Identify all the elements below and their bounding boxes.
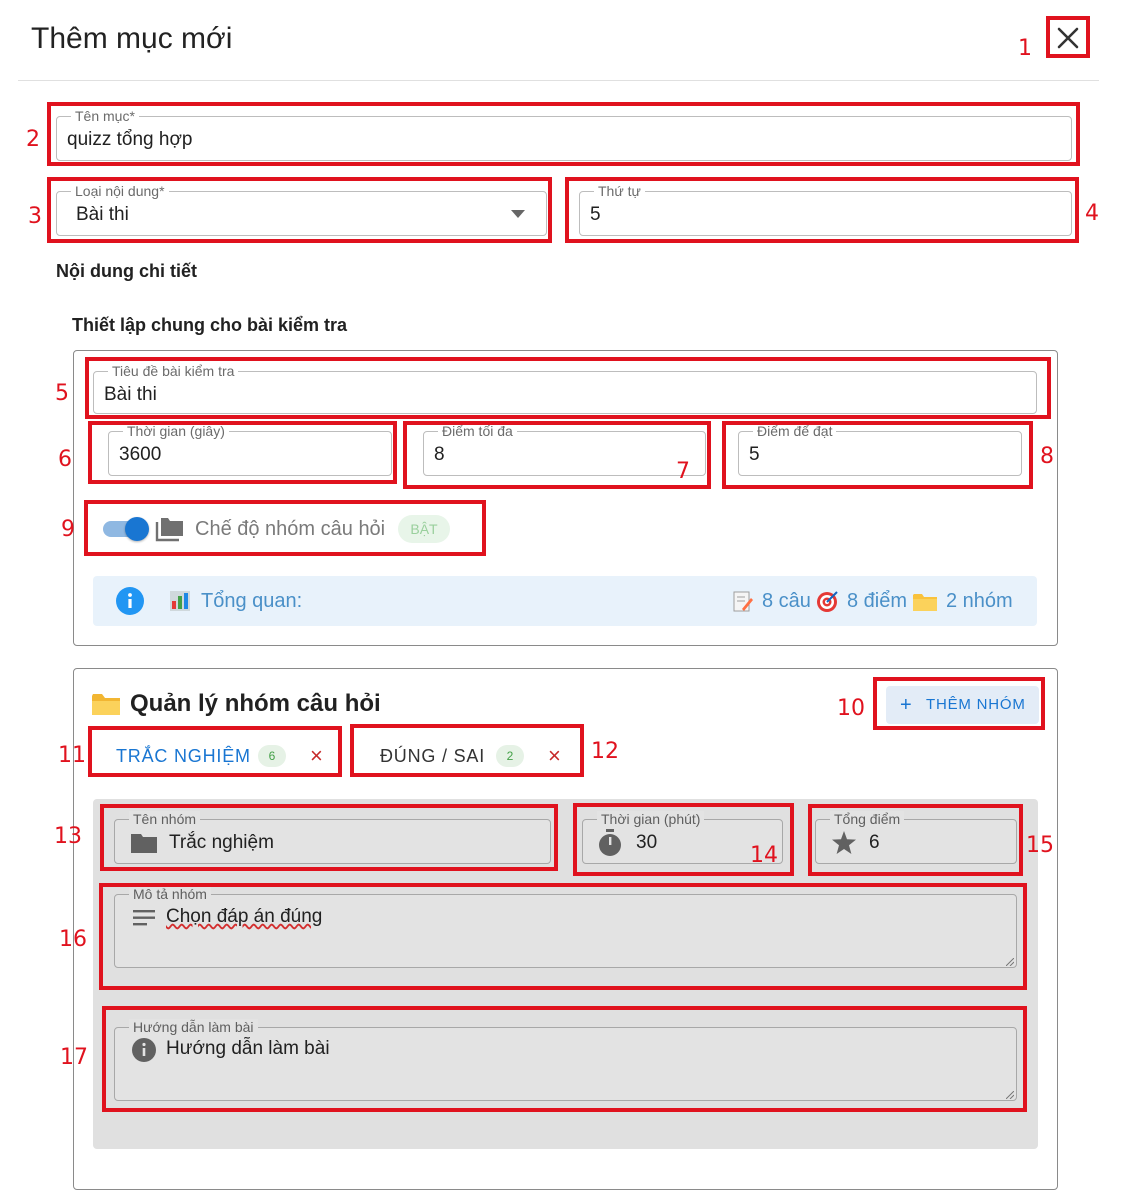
detail-section-title: Nội dung chi tiết — [56, 261, 197, 281]
exam-time-field[interactable]: Thời gian (giây) 3600 — [108, 423, 392, 476]
tab-multiple-choice-label: TRẮC NGHIỆM — [116, 746, 251, 766]
overview-points: 8 điểm — [847, 590, 908, 612]
annotation-number: 2 — [26, 127, 40, 152]
guide-textarea[interactable]: Hướng dẫn làm bài Hướng dẫn làm bài — [114, 1019, 1017, 1101]
guide-label: Hướng dẫn làm bài — [129, 1019, 258, 1035]
exam-title-field[interactable]: Tiêu đề bài kiểm tra Bài thi — [93, 363, 1037, 414]
annotation-number: 3 — [28, 204, 42, 229]
folder-icon — [92, 694, 120, 715]
notes-icon — [133, 910, 155, 926]
plus-icon: + — [900, 694, 913, 716]
group-description-value: Chọn đáp án đúng — [166, 906, 323, 927]
close-icon — [1057, 27, 1079, 49]
group-mode-label: Chế độ nhóm câu hỏi — [195, 518, 386, 540]
annotation-number: 15 — [1026, 833, 1054, 858]
delete-tab-icon[interactable]: × — [310, 745, 323, 767]
annotation-number: 13 — [54, 824, 82, 849]
exam-title-value: Bài thi — [104, 384, 157, 405]
delete-tab-icon[interactable]: × — [548, 745, 561, 767]
star-icon — [832, 831, 856, 854]
resize-handle-icon[interactable] — [1006, 958, 1014, 966]
pass-score-value: 5 — [749, 444, 760, 465]
group-name-value: Trắc nghiệm — [169, 832, 274, 853]
annotation-number: 7 — [676, 459, 690, 484]
overview-questions: 8 câu — [762, 590, 811, 612]
info-icon — [116, 587, 144, 615]
folder-stack-icon — [155, 518, 183, 542]
tab-true-false[interactable]: ĐÚNG / SAI 2 × — [360, 736, 578, 778]
tab-true-false-label: ĐÚNG / SAI — [380, 746, 486, 766]
group-management-title: Quản lý nhóm câu hỏi — [130, 690, 381, 717]
add-group-label: THÊM NHÓM — [926, 696, 1026, 713]
exam-time-value: 3600 — [119, 444, 162, 465]
dropdown-arrow-icon — [511, 210, 525, 218]
exam-time-label: Thời gian (giây) — [123, 423, 229, 439]
annotation-number: 1 — [1018, 36, 1032, 61]
group-time-label: Thời gian (phút) — [597, 811, 705, 827]
content-type-value: Bài thi — [76, 204, 129, 225]
content-type-label: Loại nội dung* — [71, 183, 169, 199]
annotation-number: 5 — [55, 381, 69, 406]
annotation-number: 17 — [60, 1045, 88, 1070]
annotation-number: 8 — [1040, 444, 1054, 469]
dialog-title: Thêm mục mới — [31, 22, 233, 55]
annotation-number: 12 — [591, 739, 619, 764]
annotation-number: 6 — [58, 447, 72, 472]
group-name-label: Tên nhóm — [129, 811, 201, 827]
bar-chart-icon — [170, 591, 190, 611]
item-name-field[interactable]: Tên mục* quizz tổng hợp — [56, 108, 1072, 161]
guide-placeholder: Hướng dẫn làm bài — [166, 1038, 330, 1059]
annotation-number: 10 — [837, 696, 865, 721]
tab-multiple-choice-count: 6 — [258, 745, 286, 767]
group-description-label: Mô tả nhóm — [129, 886, 211, 902]
order-value: 5 — [590, 204, 601, 225]
tab-multiple-choice[interactable]: TRẮC NGHIỆM 6 × — [96, 736, 336, 778]
max-score-field[interactable]: Điểm tối đa 8 — [423, 423, 706, 476]
item-name-label: Tên mục* — [71, 108, 139, 124]
annotation-number: 4 — [1085, 201, 1099, 226]
header-divider — [18, 80, 1099, 81]
folder-icon — [913, 594, 937, 611]
group-mode-badge: BẬT — [398, 515, 450, 543]
max-score-value: 8 — [434, 444, 445, 465]
tab-true-false-count: 2 — [496, 745, 524, 767]
target-icon — [817, 591, 838, 612]
content-type-select[interactable]: Loại nội dung* Bài thi — [56, 183, 547, 236]
order-field[interactable]: Thứ tự 5 — [579, 183, 1072, 236]
settings-section-title: Thiết lập chung cho bài kiểm tra — [72, 315, 348, 335]
pass-score-field[interactable]: Điểm để đạt 5 — [738, 423, 1022, 476]
close-button[interactable] — [1051, 21, 1085, 55]
resize-handle-icon[interactable] — [1006, 1091, 1014, 1099]
group-time-value: 30 — [636, 832, 658, 853]
group-points-label: Tổng điểm — [830, 811, 905, 827]
pass-score-label: Điểm để đạt — [753, 423, 837, 439]
overview-label: Tổng quan: — [201, 590, 303, 612]
group-mode-toggle[interactable] — [103, 516, 151, 542]
annotation-number: 11 — [58, 743, 86, 768]
active-tab-indicator — [96, 775, 336, 777]
item-name-value: quizz tổng hợp — [67, 129, 193, 150]
order-label: Thứ tự — [594, 183, 645, 199]
group-points-field[interactable]: Tổng điểm 6 — [815, 811, 1017, 864]
group-name-field[interactable]: Tên nhóm Trắc nghiệm — [114, 811, 551, 864]
overview-groups: 2 nhóm — [946, 590, 1013, 612]
memo-icon — [733, 591, 753, 612]
toggle-thumb — [125, 517, 149, 541]
exam-title-label: Tiêu đề bài kiểm tra — [108, 363, 239, 379]
annotation-number: 9 — [61, 517, 75, 542]
max-score-label: Điểm tối đa — [438, 423, 517, 439]
annotation-number: 14 — [750, 843, 778, 868]
info-icon — [132, 1038, 156, 1062]
timer-icon — [599, 829, 621, 856]
annotation-number: 16 — [59, 927, 87, 952]
group-points-value: 6 — [869, 832, 880, 853]
folder-icon — [131, 834, 157, 853]
add-group-button[interactable]: + THÊM NHÓM — [886, 686, 1039, 724]
group-description-textarea[interactable]: Mô tả nhóm Chọn đáp án đúng — [114, 886, 1017, 968]
